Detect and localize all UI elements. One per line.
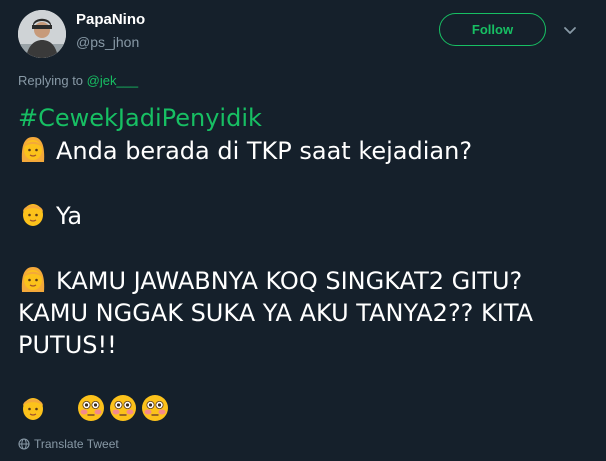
tweet-line-text: Ya [56,202,83,230]
user-handle[interactable]: @ps_jhon [76,34,139,50]
tweet-text: #CewekJadiPenyidik Anda berada di TKP sa… [18,102,588,426]
follow-button[interactable]: Follow [439,13,546,46]
tweet-line-text: Anda berada di TKP saat kejadian? [56,137,473,165]
flushed-face-icon [78,395,104,421]
man-emoji-icon [23,204,43,226]
man-emoji-icon [23,398,43,420]
globe-icon [18,438,30,450]
line-spacer [18,361,588,393]
hashtag-link[interactable]: #CewekJadiPenyidik [18,102,588,134]
tweet-line: KAMU NGGAK SUKA YA AKU TANYA2?? KITA [18,299,534,327]
display-name[interactable]: PapaNino [76,11,145,28]
translate-tweet-link[interactable]: Translate Tweet [18,437,119,451]
avatar[interactable] [18,10,66,58]
woman-emoji-icon [21,267,45,292]
replying-to-label: Replying to [18,73,87,88]
flushed-face-icon [142,395,168,421]
line-spacer [18,167,588,199]
tweet-line-text: KAMU JAWABNYA KOQ SINGKAT2 GITU? [56,267,523,295]
tweet-line: KAMU JAWABNYA KOQ SINGKAT2 GITU? [18,264,588,297]
tweet-line [18,393,588,426]
tweet-line: Anda berada di TKP saat kejadian? [18,134,588,167]
tweet-card: PapaNino @ps_jhon Follow Replying to @je… [0,0,606,461]
chevron-down-icon[interactable] [562,22,578,38]
translate-tweet-label: Translate Tweet [34,437,119,451]
line-spacer [18,232,588,264]
reply-mention-link[interactable]: @jek___ [87,73,139,88]
tweet-line: Ya [18,199,588,232]
flushed-face-icon [110,395,136,421]
profile-photo-icon [18,10,66,58]
replying-to: Replying to @jek___ [18,73,138,88]
tweet-line: PUTUS!! [18,331,117,359]
woman-emoji-icon [21,137,45,162]
